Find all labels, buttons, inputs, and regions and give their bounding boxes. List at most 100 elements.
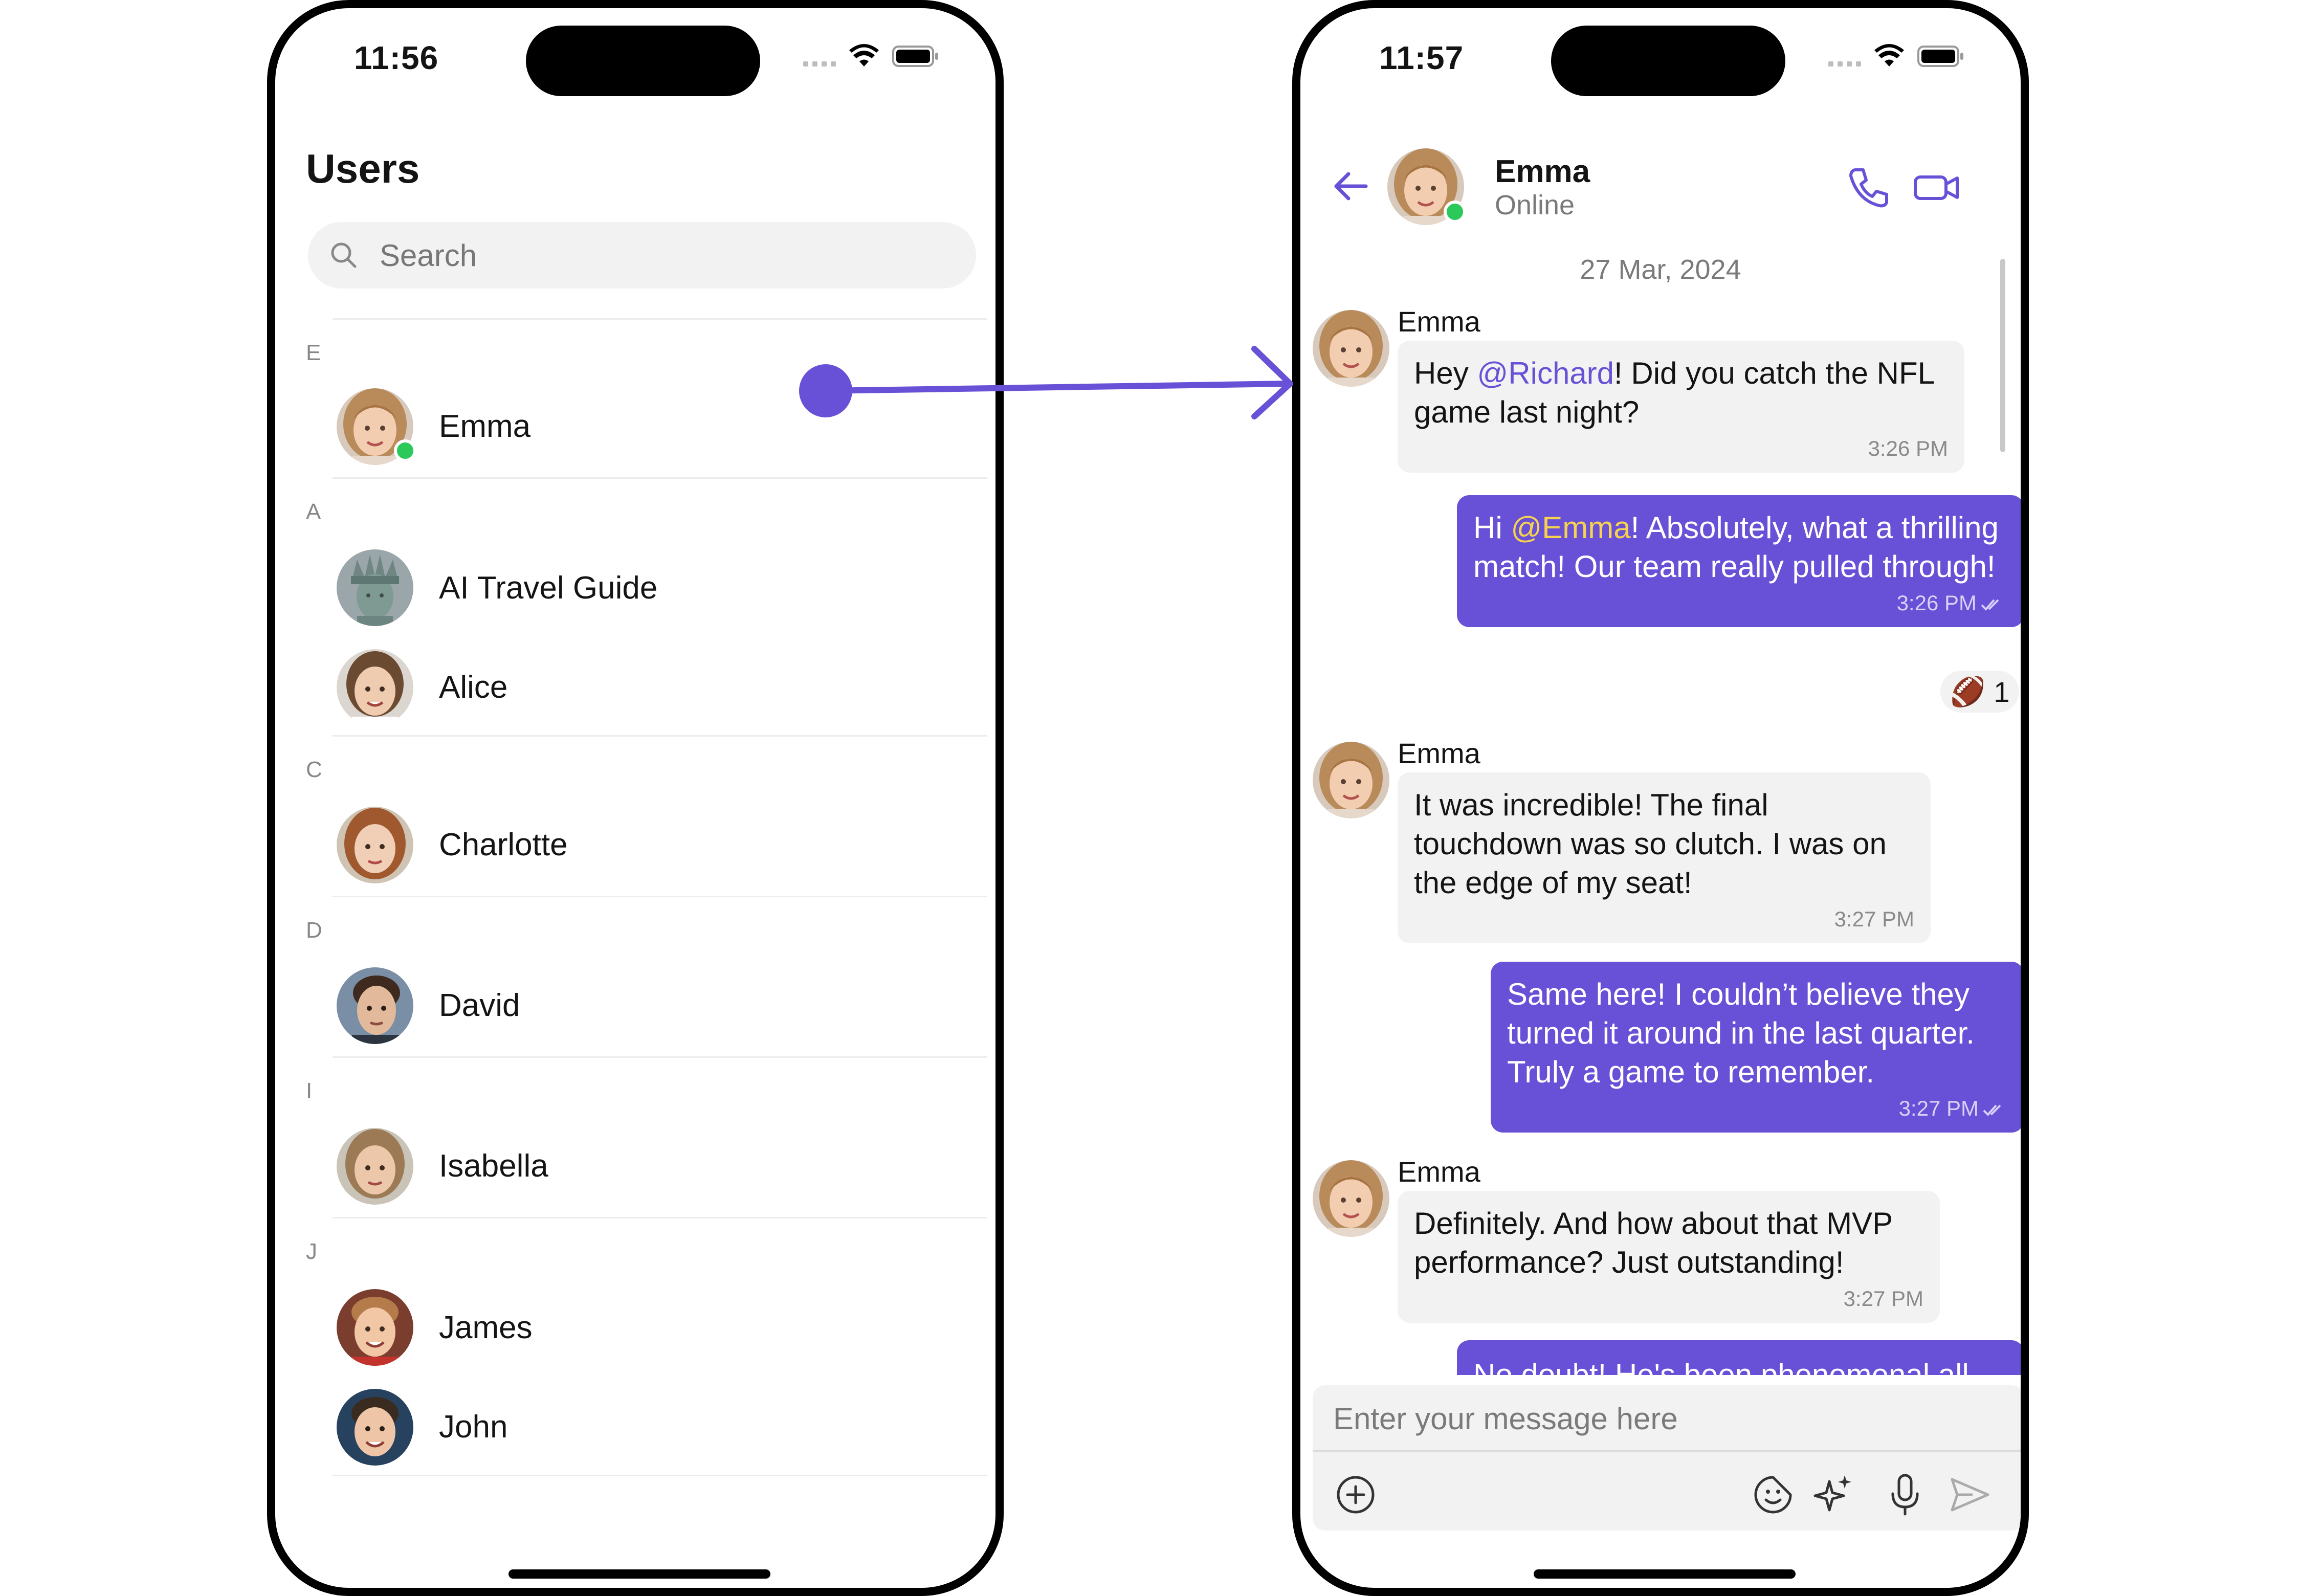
reaction-badge[interactable]: 🏈 1 (1939, 669, 2021, 714)
double-check-icon (1983, 1104, 2001, 1116)
dynamic-island (1551, 26, 1785, 96)
online-indicator (394, 439, 416, 462)
battery-icon (892, 46, 938, 67)
message-text: It was incredible! The final touchdown w… (1414, 788, 1887, 900)
search-icon (331, 242, 357, 268)
ai-sparkle-icon[interactable] (1809, 1470, 1858, 1519)
user-name: John (439, 1409, 508, 1445)
user-name: AI Travel Guide (439, 570, 658, 606)
user-name: David (439, 988, 520, 1023)
user-item-charlotte[interactable]: Charlotte (333, 794, 987, 897)
user-item-alice[interactable]: Alice (333, 639, 987, 737)
scrollbar[interactable] (2000, 259, 2005, 452)
status-time: 11:56 (354, 39, 439, 76)
battery-icon (1917, 46, 1963, 67)
status-time: 11:57 (1379, 39, 1464, 76)
section-header: E (306, 318, 987, 375)
composer-divider (1313, 1450, 2021, 1452)
avatar (337, 1128, 413, 1205)
double-check-icon (1981, 599, 1999, 611)
date-separator: 27 Mar, 2024 (1580, 254, 1741, 285)
message-text: No doubt! He's been phenomenal all (1473, 1358, 1969, 1375)
user-list: E Emma A AI Travel Guide Alice C Charlot… (306, 318, 987, 1476)
section-header: I (306, 1078, 313, 1103)
arrow-head (1251, 346, 1293, 419)
message-bubble[interactable]: It was incredible! The final touchdown w… (1398, 772, 1931, 943)
status-icons (803, 44, 939, 69)
section-header: D (306, 918, 322, 943)
section-header: J (306, 1239, 317, 1264)
message-time: 3:26 PM (1868, 436, 1948, 460)
user-item-james[interactable]: James (306, 1276, 987, 1379)
sender-name: Emma (1398, 1156, 1480, 1188)
signal-dots-icon (1828, 46, 1861, 66)
mention-link[interactable]: @Emma (1511, 511, 1630, 545)
avatar (337, 388, 416, 465)
section-header: A (306, 499, 321, 524)
avatar (337, 549, 413, 626)
status-icons (1828, 44, 1964, 69)
football-emoji: 🏈 (1950, 675, 1986, 707)
search-bar[interactable] (308, 222, 976, 289)
message-bubble[interactable]: Definitely. And how about that MVP perfo… (1398, 1191, 1940, 1323)
message-text: Definitely. And how about that MVP perfo… (1414, 1206, 1893, 1279)
online-indicator (1444, 201, 1466, 223)
avatar (337, 807, 413, 883)
user-item-john[interactable]: John (333, 1379, 987, 1476)
message-time: 3:26 PM (1896, 591, 1977, 615)
avatar (337, 967, 413, 1044)
message-time: 3:27 PM (1834, 907, 1914, 931)
mention-link[interactable]: @Richard (1477, 356, 1614, 390)
user-item-david[interactable]: David (333, 955, 987, 1058)
message-bubble[interactable]: Same here! I couldn’t believe they turne… (1491, 962, 2021, 1133)
section-header: C (306, 757, 322, 782)
send-icon[interactable] (1945, 1470, 1994, 1519)
wifi-icon (849, 44, 879, 66)
message-list[interactable]: 27 Mar, 2024 Emma Hey @Richard! Did you … (1300, 243, 2021, 1375)
message-bubble[interactable]: Hi @Emma! Absolutely, what a thrilling m… (1457, 495, 2021, 627)
sender-name: Emma (1398, 305, 1480, 338)
home-indicator (508, 1569, 770, 1579)
users-screen: 11:56 Users E Emma A AI Travel Guide Ali… (267, 0, 1004, 1596)
message-bubble[interactable]: Hey @Richard! Did you catch the NFL game… (1398, 341, 1964, 473)
video-icon[interactable] (1912, 165, 1961, 210)
home-indicator (1534, 1569, 1796, 1579)
sender-name: Emma (1398, 737, 1480, 769)
header-user-status: Online (1495, 190, 1575, 220)
avatar (337, 649, 413, 726)
header-user-name: Emma (1495, 154, 1590, 189)
search-input[interactable] (380, 237, 891, 273)
phone-icon[interactable] (1846, 165, 1891, 210)
user-name: James (439, 1310, 533, 1345)
message-bubble[interactable]: No doubt! He's been phenomenal all (1457, 1340, 2021, 1375)
header-avatar[interactable] (1387, 148, 1466, 225)
message-text: Same here! I couldn’t believe they turne… (1507, 977, 1975, 1089)
avatar (337, 1289, 413, 1366)
dynamic-island (526, 26, 760, 96)
sender-avatar (1313, 310, 1389, 387)
microphone-icon[interactable] (1880, 1470, 1930, 1519)
user-item-ai-travel-guide[interactable]: AI Travel Guide (306, 536, 987, 639)
user-name: Isabella (439, 1148, 548, 1184)
wifi-icon (1874, 44, 1904, 66)
message-composer (1313, 1385, 2021, 1531)
sender-avatar (1313, 742, 1389, 818)
message-text: Hi (1473, 511, 1511, 545)
user-name: Alice (439, 670, 508, 705)
user-item-isabella[interactable]: Isabella (333, 1115, 987, 1218)
user-name: Emma (439, 409, 531, 444)
sender-avatar (1313, 1160, 1389, 1237)
reaction-count: 1 (1994, 675, 2010, 708)
sticker-icon[interactable] (1749, 1470, 1798, 1519)
signal-dots-icon (803, 46, 836, 66)
message-input[interactable] (1333, 1395, 1998, 1442)
chat-header: Emma Online (1300, 138, 2021, 230)
add-icon[interactable] (1331, 1470, 1380, 1519)
page-title: Users (306, 146, 420, 191)
user-name: Charlotte (439, 827, 568, 862)
back-arrow-icon[interactable] (1330, 166, 1371, 207)
message-time: 3:27 PM (1843, 1287, 1923, 1311)
message-time: 3:27 PM (1898, 1096, 1979, 1120)
message-text: Hey (1414, 356, 1477, 390)
user-item-emma[interactable]: Emma (333, 375, 987, 479)
